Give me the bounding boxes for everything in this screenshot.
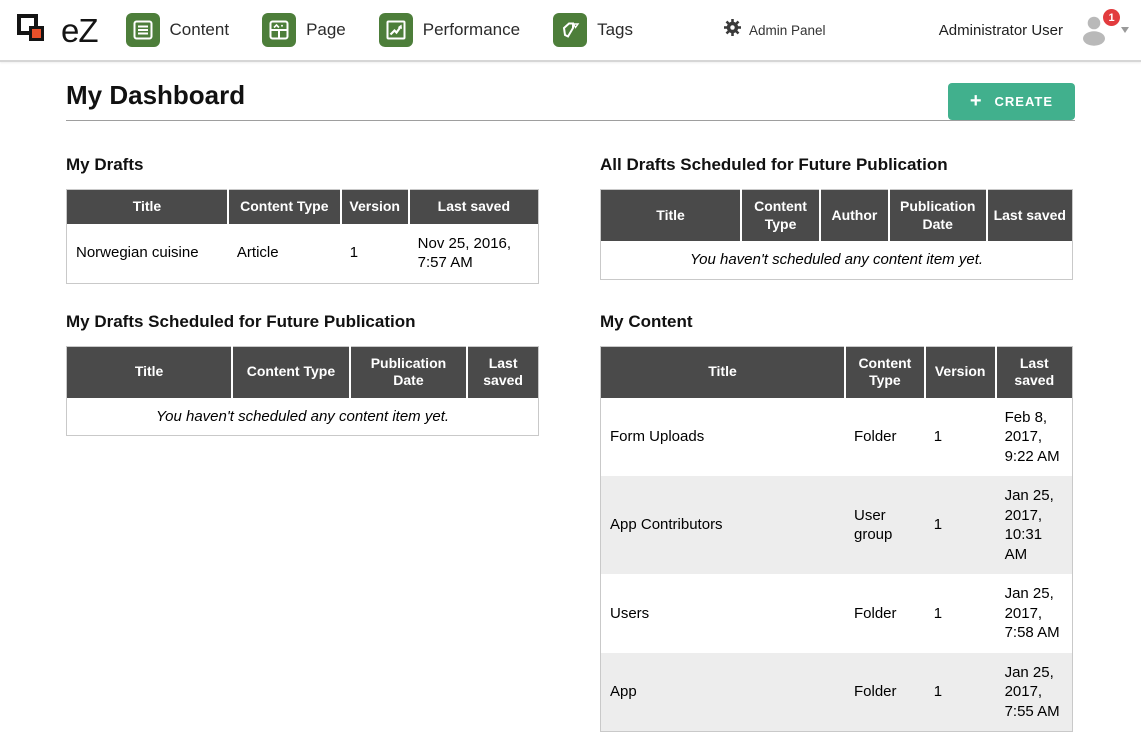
admin-panel-label: Admin Panel xyxy=(749,23,826,38)
tags-icon xyxy=(553,13,587,47)
table-cell: Folder xyxy=(845,574,925,653)
ez-logo-text: eZ xyxy=(61,14,98,47)
table-cell: Folder xyxy=(845,398,925,477)
create-button-label: CREATE xyxy=(995,94,1053,109)
column-header: Last saved xyxy=(996,346,1073,398)
table-cell: Jan 25, 2017, 10:31 AM xyxy=(996,476,1073,574)
section-heading-my-drafts-scheduled: My Drafts Scheduled for Future Publicati… xyxy=(66,312,539,332)
nav-item-content[interactable]: Content xyxy=(126,13,230,47)
table-row[interactable]: App ContributorsUser group1Jan 25, 2017,… xyxy=(601,476,1073,574)
my-drafts-table: TitleContent TypeVersionLast savedNorweg… xyxy=(66,189,539,284)
section-heading-all-drafts-scheduled: All Drafts Scheduled for Future Publicat… xyxy=(600,155,1073,175)
column-header: Author xyxy=(820,190,889,242)
create-button[interactable]: + CREATE xyxy=(948,83,1075,120)
table-cell: 1 xyxy=(341,224,409,284)
table-cell: App xyxy=(601,653,846,732)
table-cell: 1 xyxy=(925,398,996,477)
column-header: Content Type xyxy=(228,190,341,224)
my-drafts-scheduled-table: TitleContent TypePublication DateLast sa… xyxy=(66,346,539,437)
empty-state-row: You haven't scheduled any content item y… xyxy=(601,241,1073,279)
nav-item-tags[interactable]: Tags xyxy=(553,13,633,47)
table-row[interactable]: AppFolder1Jan 25, 2017, 7:55 AM xyxy=(601,653,1073,732)
column-header: Version xyxy=(925,346,996,398)
user-menu: Administrator User 1 xyxy=(939,14,1129,46)
section-heading-my-drafts: My Drafts xyxy=(66,155,539,175)
column-header: Title xyxy=(601,190,742,242)
table-cell: Folder xyxy=(845,653,925,732)
notification-badge[interactable]: 1 xyxy=(1103,9,1120,26)
column-header: Content Type xyxy=(845,346,925,398)
section-all-drafts-scheduled: All Drafts Scheduled for Future Publicat… xyxy=(600,155,1073,280)
nav-label: Content xyxy=(170,20,230,40)
table-cell: App Contributors xyxy=(601,476,846,574)
table-row[interactable]: Norwegian cuisineArticle1Nov 25, 2016, 7… xyxy=(67,224,539,284)
performance-icon xyxy=(379,13,413,47)
table-header-row: TitleContent TypeVersionLast saved xyxy=(601,346,1073,398)
all-drafts-scheduled-table: TitleContent TypeAuthorPublication DateL… xyxy=(600,189,1073,280)
ez-logo[interactable]: eZ xyxy=(14,10,98,50)
nav-item-performance[interactable]: Performance xyxy=(379,13,520,47)
caret-down-icon[interactable] xyxy=(1121,27,1129,33)
column-header: Content Type xyxy=(741,190,820,242)
table-header-row: TitleContent TypeVersionLast saved xyxy=(67,190,539,224)
dashboard-grid: My Drafts TitleContent TypeVersionLast s… xyxy=(66,155,1075,732)
empty-state-message: You haven't scheduled any content item y… xyxy=(67,398,539,436)
section-heading-my-content: My Content xyxy=(600,312,1073,332)
content-icon xyxy=(126,13,160,47)
table-cell: Form Uploads xyxy=(601,398,846,477)
table-cell: Article xyxy=(228,224,341,284)
nav-label: Performance xyxy=(423,20,520,40)
column-header: Last saved xyxy=(467,346,538,398)
table-cell: Feb 8, 2017, 9:22 AM xyxy=(996,398,1073,477)
my-content-table: TitleContent TypeVersionLast savedForm U… xyxy=(600,346,1073,732)
nav-item-page[interactable]: Page xyxy=(262,13,346,47)
user-avatar[interactable]: 1 xyxy=(1077,14,1113,46)
section-my-drafts: My Drafts TitleContent TypeVersionLast s… xyxy=(66,155,539,284)
top-navigation-bar: eZ Content xyxy=(0,0,1141,62)
plus-icon: + xyxy=(970,91,983,111)
table-row[interactable]: Form UploadsFolder1Feb 8, 2017, 9:22 AM xyxy=(601,398,1073,477)
user-name[interactable]: Administrator User xyxy=(939,22,1063,39)
table-cell: 1 xyxy=(925,476,996,574)
table-cell: User group xyxy=(845,476,925,574)
page-header: My Dashboard + CREATE xyxy=(66,80,1075,121)
column-header: Content Type xyxy=(232,346,350,398)
column-header: Title xyxy=(601,346,846,398)
main-navigation: Content Page Per xyxy=(126,13,667,47)
table-cell: Jan 25, 2017, 7:58 AM xyxy=(996,574,1073,653)
admin-panel-link[interactable]: Admin Panel xyxy=(724,19,826,41)
column-header: Title xyxy=(67,346,233,398)
column-header: Title xyxy=(67,190,228,224)
logo-orange-square xyxy=(29,26,44,41)
section-my-drafts-scheduled: My Drafts Scheduled for Future Publicati… xyxy=(66,312,539,437)
table-cell: Users xyxy=(601,574,846,653)
column-header: Last saved xyxy=(409,190,539,224)
page-title: My Dashboard xyxy=(66,80,245,111)
page-icon xyxy=(262,13,296,47)
column-header: Publication Date xyxy=(889,190,987,242)
section-my-content: My Content TitleContent TypeVersionLast … xyxy=(600,312,1073,732)
nav-label: Tags xyxy=(597,20,633,40)
gear-icon xyxy=(724,19,741,41)
table-row[interactable]: UsersFolder1Jan 25, 2017, 7:58 AM xyxy=(601,574,1073,653)
table-cell: Jan 25, 2017, 7:55 AM xyxy=(996,653,1073,732)
table-cell: Norwegian cuisine xyxy=(67,224,228,284)
dashboard-content: My Dashboard + CREATE My Drafts TitleCon… xyxy=(0,80,1141,732)
nav-label: Page xyxy=(306,20,346,40)
table-cell: Nov 25, 2016, 7:57 AM xyxy=(409,224,539,284)
empty-state-row: You haven't scheduled any content item y… xyxy=(67,398,539,436)
table-cell: 1 xyxy=(925,574,996,653)
table-header-row: TitleContent TypeAuthorPublication DateL… xyxy=(601,190,1073,242)
column-header: Publication Date xyxy=(350,346,468,398)
empty-state-message: You haven't scheduled any content item y… xyxy=(601,241,1073,279)
ez-logo-icon xyxy=(14,10,54,50)
column-header: Last saved xyxy=(987,190,1073,242)
column-header: Version xyxy=(341,190,409,224)
table-cell: 1 xyxy=(925,653,996,732)
table-header-row: TitleContent TypePublication DateLast sa… xyxy=(67,346,539,398)
